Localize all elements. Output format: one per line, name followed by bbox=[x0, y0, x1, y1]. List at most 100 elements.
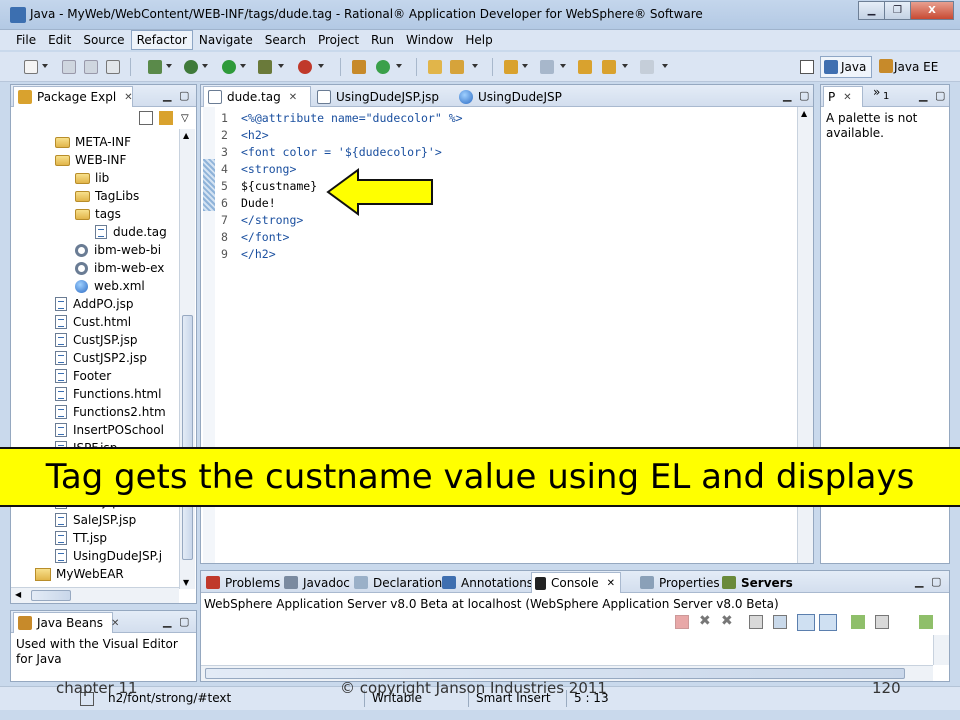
new-dropdown-icon[interactable] bbox=[42, 64, 48, 68]
tree-item[interactable]: InsertPOSchool bbox=[55, 421, 164, 439]
close-icon[interactable]: ✕ bbox=[607, 578, 615, 589]
show-on-error-icon[interactable] bbox=[819, 614, 837, 631]
tree-item[interactable]: ibm-web-ex bbox=[75, 259, 164, 277]
back-dropdown-icon[interactable] bbox=[622, 64, 628, 68]
tab-usingdudejsp-jsp[interactable]: UsingDudeJSP.jsp bbox=[313, 86, 445, 107]
external-tools-dropdown-icon[interactable] bbox=[278, 64, 284, 68]
tab-problems[interactable]: Problems bbox=[203, 572, 285, 593]
terminate-icon[interactable] bbox=[675, 615, 689, 629]
tab-properties[interactable]: Properties bbox=[637, 572, 725, 593]
close-icon[interactable]: ✕ bbox=[843, 92, 851, 103]
minimize-button[interactable]: ▁ bbox=[858, 1, 885, 20]
clear-console-icon[interactable] bbox=[749, 615, 763, 629]
menu-search[interactable]: Search bbox=[259, 30, 312, 50]
tree-hscroll-thumb[interactable] bbox=[31, 590, 71, 601]
new-java-dropdown-icon[interactable] bbox=[396, 64, 402, 68]
more-views-count[interactable]: 1 bbox=[883, 91, 889, 102]
menu-source[interactable]: Source bbox=[77, 30, 130, 50]
maximize-view-icon[interactable]: ▢ bbox=[931, 575, 941, 588]
console-hscroll-thumb[interactable] bbox=[205, 668, 905, 679]
more-views-icon[interactable]: » bbox=[873, 85, 880, 99]
menu-help[interactable]: Help bbox=[459, 30, 498, 50]
menu-navigate[interactable]: Navigate bbox=[193, 30, 259, 50]
profile-icon[interactable] bbox=[298, 60, 312, 74]
menu-run[interactable]: Run bbox=[365, 30, 400, 50]
tab-annotations[interactable]: Annotations bbox=[439, 572, 538, 593]
maximize-view-icon[interactable]: ▢ bbox=[935, 89, 945, 102]
menu-project[interactable]: Project bbox=[312, 30, 365, 50]
new-java-icon[interactable] bbox=[376, 60, 390, 74]
tree-item[interactable]: META-INF bbox=[55, 133, 131, 151]
minimize-view-icon[interactable]: ▁ bbox=[163, 89, 171, 102]
minimize-view-icon[interactable]: ▁ bbox=[163, 615, 171, 628]
forward-icon[interactable] bbox=[640, 60, 654, 74]
tree-item[interactable]: tags bbox=[75, 205, 121, 223]
maximize-button[interactable]: ❐ bbox=[884, 1, 911, 20]
search-icon[interactable] bbox=[450, 60, 464, 74]
tab-console[interactable]: Console ✕ bbox=[531, 572, 621, 593]
tab-dude-tag[interactable]: dude.tag ✕ bbox=[203, 86, 311, 107]
debug-icon[interactable] bbox=[184, 60, 198, 74]
minimize-view-icon[interactable]: ▁ bbox=[919, 89, 927, 102]
external-tools-icon[interactable] bbox=[258, 60, 272, 74]
prev-annotation-icon[interactable] bbox=[540, 60, 554, 74]
tree-item[interactable]: lib bbox=[75, 169, 109, 187]
close-icon[interactable]: ✕ bbox=[289, 92, 297, 103]
tree-item[interactable]: ibm-web-bi bbox=[75, 241, 161, 259]
tree-item[interactable]: UsingDudeJSP.j bbox=[55, 547, 162, 565]
close-icon[interactable]: ✕ bbox=[111, 618, 119, 629]
tree-item[interactable]: CustJSP.jsp bbox=[55, 331, 137, 349]
new-class-icon[interactable] bbox=[352, 60, 366, 74]
scroll-lock-icon[interactable] bbox=[773, 615, 787, 629]
save-all-icon[interactable] bbox=[84, 60, 98, 74]
perspective-java[interactable]: Java bbox=[820, 56, 872, 78]
remove-all-icon[interactable]: ✖ bbox=[721, 613, 733, 629]
view-menu-icon[interactable]: ▽ bbox=[181, 113, 189, 124]
minimize-view-icon[interactable]: ▁ bbox=[915, 575, 923, 588]
tree-item[interactable]: Footer bbox=[55, 367, 111, 385]
tree-horizontal-scrollbar[interactable]: ◀ bbox=[11, 587, 179, 603]
maximize-view-icon[interactable]: ▢ bbox=[179, 89, 189, 102]
menu-window[interactable]: Window bbox=[400, 30, 459, 50]
menu-refactor[interactable]: Refactor bbox=[130, 30, 193, 50]
deploy-icon[interactable] bbox=[148, 60, 162, 74]
scroll-down-icon[interactable]: ▼ bbox=[183, 578, 189, 587]
scroll-up-icon[interactable]: ▲ bbox=[183, 131, 189, 140]
collapse-all-icon[interactable] bbox=[139, 111, 153, 125]
last-edit-icon[interactable] bbox=[578, 60, 592, 74]
tab-java-beans[interactable]: Java Beans ✕ bbox=[13, 612, 119, 633]
forward-dropdown-icon[interactable] bbox=[662, 64, 668, 68]
next-annotation-dropdown-icon[interactable] bbox=[522, 64, 528, 68]
tree-item[interactable]: web.xml bbox=[75, 277, 145, 295]
prev-annotation-dropdown-icon[interactable] bbox=[560, 64, 566, 68]
tree-item[interactable]: TT.jsp bbox=[55, 529, 107, 547]
open-perspective-icon[interactable] bbox=[800, 60, 814, 74]
close-icon[interactable]: ✕ bbox=[124, 92, 132, 103]
menu-edit[interactable]: Edit bbox=[42, 30, 77, 50]
tree-item[interactable]: MyWebEAR bbox=[35, 565, 124, 583]
deploy-dropdown-icon[interactable] bbox=[166, 64, 172, 68]
maximize-view-icon[interactable]: ▢ bbox=[179, 615, 189, 628]
open-type-icon[interactable] bbox=[428, 60, 442, 74]
tree-item[interactable]: SaleJSP.jsp bbox=[55, 511, 136, 529]
scroll-left-icon[interactable]: ◀ bbox=[15, 590, 21, 599]
minimize-view-icon[interactable]: ▁ bbox=[783, 89, 791, 102]
tree-vertical-scrollbar[interactable]: ▲ ▼ bbox=[179, 129, 195, 589]
tab-servers[interactable]: Servers bbox=[719, 572, 798, 593]
show-on-output-icon[interactable] bbox=[797, 614, 815, 631]
scroll-up-icon[interactable]: ▲ bbox=[801, 109, 807, 118]
tab-declaration[interactable]: Declaration bbox=[351, 572, 447, 593]
tree-item[interactable]: Cust.html bbox=[55, 313, 131, 331]
tree-item[interactable]: AddPO.jsp bbox=[55, 295, 133, 313]
maximize-view-icon[interactable]: ▢ bbox=[799, 89, 809, 102]
search-dropdown-icon[interactable] bbox=[472, 64, 478, 68]
display-console-icon[interactable] bbox=[875, 615, 889, 629]
menu-file[interactable]: File bbox=[10, 30, 42, 50]
tab-javadoc[interactable]: Javadoc bbox=[281, 572, 355, 593]
profile-dropdown-icon[interactable] bbox=[318, 64, 324, 68]
run-icon[interactable] bbox=[222, 60, 236, 74]
tree-item[interactable]: WEB-INF bbox=[55, 151, 126, 169]
print-icon[interactable] bbox=[106, 60, 120, 74]
save-icon[interactable] bbox=[62, 60, 76, 74]
perspective-javaee[interactable]: Java EE bbox=[876, 56, 938, 78]
